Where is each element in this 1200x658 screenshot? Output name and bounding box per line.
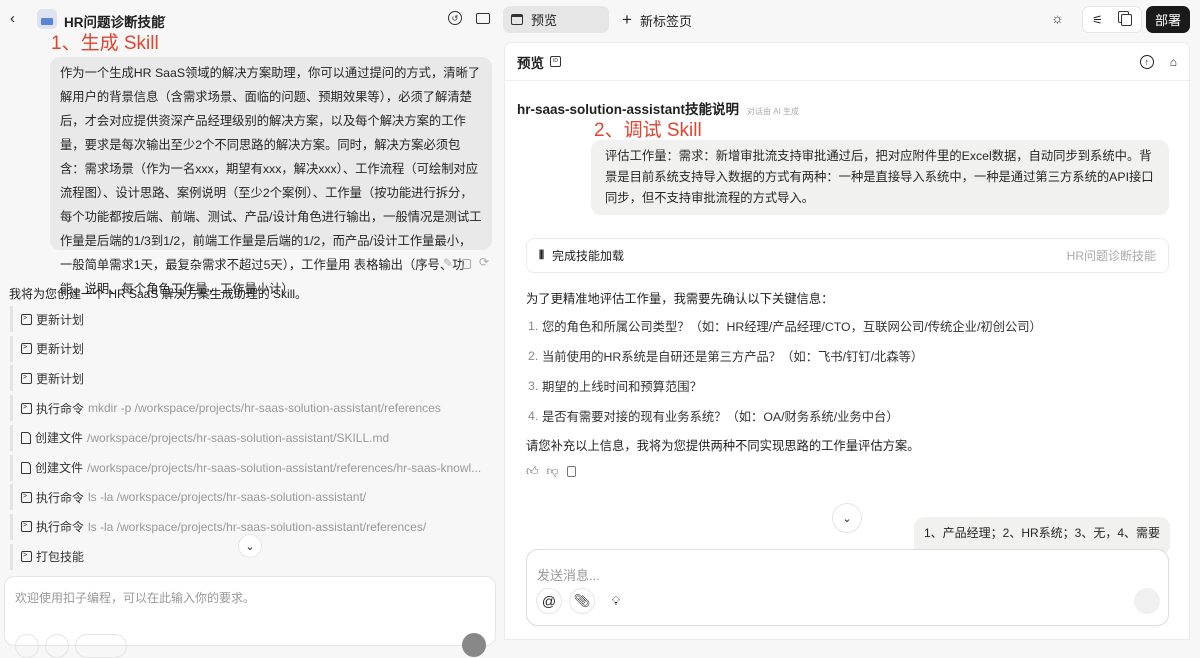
step-label: 创建文件 <box>35 461 84 475</box>
step-label: 更新计划 <box>36 342 85 357</box>
step-label: 执行命令 <box>36 490 85 505</box>
thumbs-up-icon[interactable]: 👍︎ <box>526 464 539 479</box>
left-input-box[interactable]: 欢迎使用扣子编程，可以在此输入你的要求。 <box>4 576 496 658</box>
step-item[interactable]: 创建文件/workspace/projects/hr-saas-solution… <box>10 454 490 481</box>
file-icon <box>21 431 31 444</box>
annotation-step1: 1、生成 Skill <box>51 33 159 54</box>
back-icon[interactable]: ‹ <box>10 10 15 27</box>
step-argument: ls -la /workspace/projects/hr-saas-solut… <box>88 490 367 505</box>
ai-generated-note: 对话由 AI 生成 <box>747 107 800 116</box>
step-argument: /workspace/projects/hr-saas-solution-ass… <box>87 460 482 475</box>
window-icon <box>511 14 523 25</box>
regenerate-icon[interactable]: ⟳ <box>479 255 489 269</box>
question-number: 3. <box>528 379 539 393</box>
folder-icon[interactable] <box>476 13 490 24</box>
step-label: 打包技能 <box>36 550 85 565</box>
question-text: 是否有需要对接的现有业务系统？（如：OA/财务系统/业务中台） <box>542 410 899 424</box>
step-item[interactable]: > 执行命令 mkdir -p /workspace/projects/hr-saa… <box>10 395 490 422</box>
skill-loaded-name: HR问题诊断技能 <box>1066 249 1156 263</box>
tab-preview[interactable]: 预览 <box>503 6 609 33</box>
step-item[interactable]: > 更新计划 <box>10 335 490 362</box>
terminal-icon: > <box>21 313 32 325</box>
step-item[interactable]: > 更新计划 <box>10 306 490 332</box>
tool-button[interactable] <box>45 634 69 658</box>
reply-outro: 请您补充以上信息，我将为您提供两种不同实现思路的工作量评估方案。 <box>526 439 920 453</box>
idea-button[interactable]: 💡︎ <box>603 588 629 614</box>
id-icon: ID <box>550 56 561 67</box>
step-argument: /workspace/projects/hr-saas-solution-ass… <box>87 430 390 445</box>
thumbs-down-icon[interactable]: 👎︎ <box>547 464 559 479</box>
step-argument: ls -la /workspace/projects/hr-saas-solut… <box>88 519 427 534</box>
copy-icon[interactable] <box>1120 13 1132 26</box>
user-message-bubble: 评估工作量：需求：新增审批流支持审批通过后，把对应附件里的Excel数据，自动同… <box>591 140 1169 215</box>
scroll-down-button[interactable]: ⌄ <box>832 503 862 533</box>
step-label: 执行命令 <box>36 401 85 416</box>
terminal-icon: > <box>21 551 32 563</box>
terminal-icon: > <box>21 521 32 533</box>
question-text: 期望的上线时间和预算范围？ <box>542 380 702 394</box>
message-input-placeholder: 发送消息... <box>537 568 600 583</box>
question-item: 3. 期望的上线时间和预算范围？ <box>528 371 1042 401</box>
attach-button[interactable]: 📎︎ <box>569 588 595 614</box>
terminal-icon: > <box>21 402 32 414</box>
step-label: 执行命令 <box>36 520 85 535</box>
copy-icon[interactable] <box>462 259 471 269</box>
settings-sliders-icon[interactable]: ⚟ <box>1092 13 1103 27</box>
step-item[interactable]: > 更新计划 <box>10 365 490 392</box>
terminal-icon: > <box>21 372 32 384</box>
tab-new[interactable]: + 新标签页 <box>622 10 692 30</box>
skill-loaded-box[interactable]: ⫴ 完成技能加载 HR问题诊断技能 <box>526 238 1169 273</box>
step-label: 创建文件 <box>35 431 84 446</box>
step-label: 更新计划 <box>36 312 85 327</box>
assistant-intro: 我将为您创建一个 HR SaaS 解决方案生成助理的 Skill。 <box>9 287 308 301</box>
upload-icon[interactable]: ↑ <box>1139 54 1154 69</box>
tab-label: 新标签页 <box>639 13 692 29</box>
step-item[interactable]: 创建文件/workspace/projects/hr-saas-solution… <box>10 424 490 451</box>
model-select[interactable] <box>75 634 127 658</box>
plus-icon: + <box>622 10 632 29</box>
skill-loaded-label: 完成技能加载 <box>552 249 625 263</box>
question-item: 4. 是否有需要对接的现有业务系统？（如：OA/财务系统/业务中台） <box>528 401 1042 431</box>
chevron-down-icon[interactable]: ⌄ <box>158 8 168 22</box>
send-button[interactable] <box>462 633 486 657</box>
tab-label: 预览 <box>531 13 558 28</box>
edit-icon[interactable]: ✎ <box>443 256 453 270</box>
preview-panel: 预览 ID ↑ ⌂ hr-saas-solution-assistant技能说明… <box>504 42 1190 640</box>
step-item[interactable]: > 执行命令 ls -la /workspace/projects/hr-saas-… <box>10 484 490 511</box>
clear-broom-icon[interactable]: ⌂ <box>1170 55 1177 69</box>
scroll-down-button[interactable]: ⌄ <box>238 534 262 558</box>
toolbar-group: ⚟ <box>1082 6 1142 33</box>
question-number: 2. <box>528 349 539 363</box>
terminal-icon: > <box>21 491 32 503</box>
terminal-icon: > <box>21 343 32 355</box>
question-text: 当前使用的HR系统是自研还是第三方产品？（如：飞书/钉钉/北森等） <box>542 350 924 364</box>
library-icon: ⫴ <box>539 248 545 262</box>
file-icon <box>21 461 31 474</box>
annotation-step2: 2、调试 Skill <box>594 120 702 141</box>
project-avatar <box>37 9 57 29</box>
question-number: 4. <box>528 409 539 423</box>
question-item: 2. 当前使用的HR系统是自研还是第三方产品？（如：飞书/钉钉/北森等） <box>528 341 1042 371</box>
reply-intro: 为了更精准地评估工作量，我需要先确认以下关键信息： <box>526 292 834 306</box>
question-list: 1. 您的角色和所属公司类型？（如：HR经理/产品经理/CTO，互联网公司/传统企… <box>528 311 1042 431</box>
theme-sun-icon[interactable]: ☼ <box>1051 10 1064 26</box>
user-message-bubble: 作为一个生成HR SaaS领域的解决方案助理，你可以通过提问的方式，清晰了解用户… <box>50 57 492 296</box>
question-item: 1. 您的角色和所属公司类型？（如：HR经理/产品经理/CTO，互联网公司/传统企… <box>528 311 1042 341</box>
send-button[interactable] <box>1134 588 1160 614</box>
deploy-button[interactable]: 部署 <box>1146 6 1190 33</box>
preview-title: 预览 <box>517 55 544 71</box>
left-input-placeholder: 欢迎使用扣子编程，可以在此输入你的要求。 <box>15 591 256 605</box>
copy-icon[interactable] <box>566 466 576 477</box>
mention-button[interactable]: @ <box>536 588 562 614</box>
preview-header: 预览 ID ↑ ⌂ <box>505 43 1189 81</box>
tool-button[interactable] <box>15 634 39 658</box>
step-argument: mkdir -p /workspace/projects/hr-saas-sol… <box>88 401 441 416</box>
question-text: 您的角色和所属公司类型？（如：HR经理/产品经理/CTO，互联网公司/传统企业/… <box>542 320 1042 334</box>
message-input-box[interactable]: 发送消息... @ 📎︎ 💡︎ <box>526 549 1169 626</box>
step-label: 更新计划 <box>36 371 85 386</box>
history-icon[interactable]: ↺ <box>448 11 462 25</box>
question-number: 1. <box>528 319 539 333</box>
